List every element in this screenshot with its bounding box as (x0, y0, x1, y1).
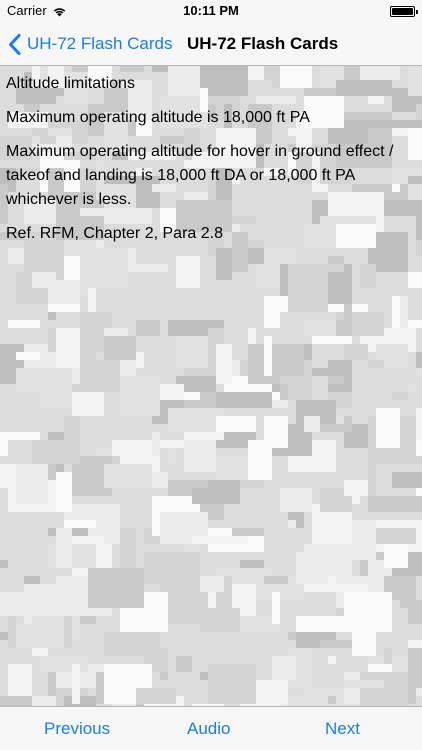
previous-button[interactable]: Previous (44, 707, 110, 750)
status-bar: Carrier 10:11 PM (0, 0, 422, 22)
card-reference: Ref. RFM, Chapter 2, Para 2.8 (6, 225, 223, 242)
card-line-2: Maximum operating altitude for hover in … (6, 143, 394, 208)
next-button[interactable]: Next (325, 707, 360, 750)
card-heading: Altitude limitations (6, 75, 135, 92)
chevron-left-icon (9, 33, 21, 55)
battery-icon (390, 6, 418, 17)
bottom-toolbar: Previous Audio Next (0, 706, 422, 750)
flash-card-content: Altitude limitations Maximum operating a… (6, 72, 416, 256)
audio-button[interactable]: Audio (187, 707, 230, 750)
back-button[interactable]: UH-72 Flash Cards (8, 22, 173, 66)
card-line-1: Maximum operating altitude is 18,000 ft … (6, 109, 310, 126)
status-time: 10:11 PM (183, 3, 239, 18)
page-title: UH-72 Flash Cards (187, 34, 339, 53)
navigation-bar: UH-72 Flash Cards UH-72 Flash Cards (0, 22, 422, 66)
back-button-label: UH-72 Flash Cards (27, 34, 173, 53)
